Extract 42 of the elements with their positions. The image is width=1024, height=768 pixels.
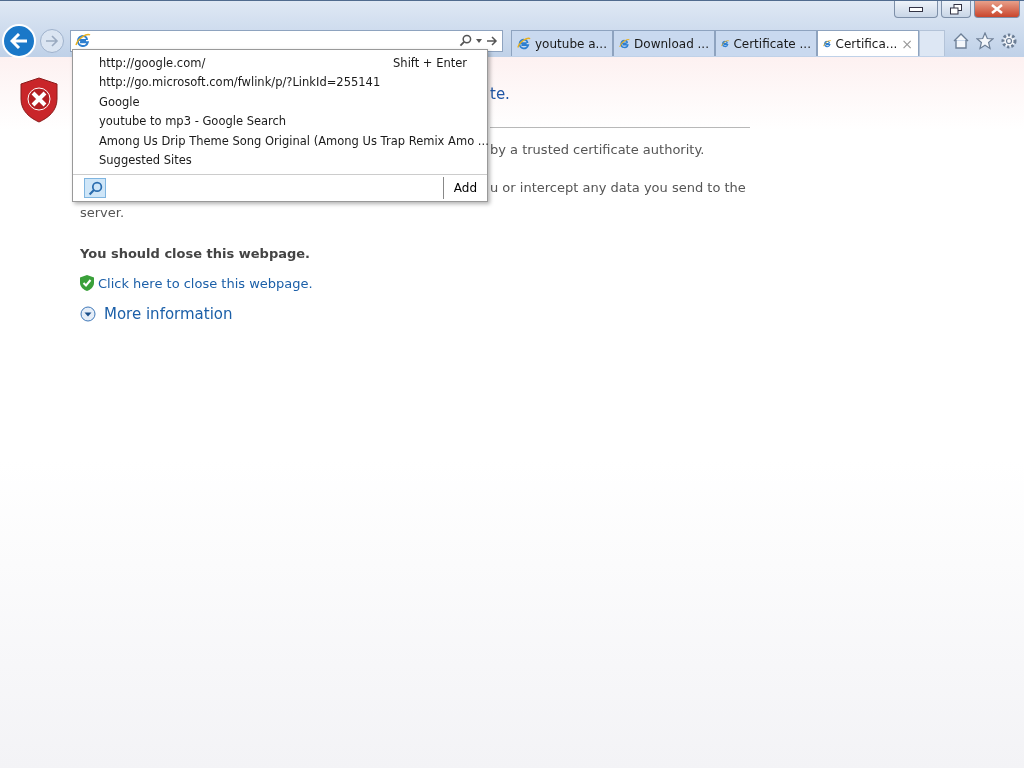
search-icon — [87, 180, 103, 196]
restore-icon — [950, 3, 962, 15]
close-webpage-link[interactable]: Click here to close this webpage. — [98, 275, 313, 291]
browser-tab[interactable]: Download ... — [613, 30, 715, 56]
close-icon — [991, 4, 1003, 14]
suggestion-item[interactable]: Google — [73, 92, 487, 112]
home-icon[interactable] — [952, 31, 970, 50]
minimize-button[interactable] — [894, 1, 938, 18]
suggestion-item[interactable]: http://go.microsoft.com/fwlink/p/?LinkId=255141 — [73, 72, 487, 92]
body-text: u or intercept any data you send to the — [490, 179, 746, 197]
expand-circle-icon[interactable] — [80, 306, 96, 322]
search-icon — [459, 34, 472, 47]
browser-tab[interactable]: Certifica... × — [817, 30, 919, 56]
suggestion-item[interactable]: youtube to mp3 - Google Search — [73, 111, 487, 131]
browser-tab[interactable]: youtube a... — [511, 30, 613, 56]
more-information-link[interactable]: More information — [104, 305, 233, 323]
error-shield-icon — [20, 77, 58, 123]
browser-logo-icon — [517, 35, 531, 52]
shortcut-hint: Shift + Enter — [393, 55, 467, 70]
search-provider-button[interactable] — [84, 178, 106, 198]
page-heading: te. — [490, 85, 510, 103]
arrow-right-icon — [45, 34, 59, 47]
go-arrow-icon — [486, 35, 498, 46]
star-icon[interactable] — [976, 31, 994, 50]
suggestion-item[interactable]: http://google.com/ Shift + Enter — [73, 53, 487, 73]
address-bar[interactable] — [70, 29, 503, 52]
arrow-left-icon — [10, 32, 28, 49]
dropdown-caret-icon — [476, 38, 482, 43]
body-text: by a trusted certificate authority. — [490, 141, 705, 159]
close-button[interactable] — [974, 1, 1020, 18]
warning-text: You should close this webpage. — [80, 246, 312, 261]
add-button[interactable]: Add — [442, 177, 487, 199]
suggestion-item[interactable]: Suggested Sites — [73, 150, 487, 170]
browser-logo-icon — [75, 32, 91, 49]
settings-icon[interactable] — [1000, 31, 1018, 50]
back-button[interactable] — [2, 23, 36, 58]
browser-tab[interactable]: Certificate ... — [715, 30, 817, 56]
suggestion-item[interactable]: Among Us Drip Theme Song Original (Among Us Trap Remix Amo ... — [73, 131, 487, 151]
restore-button[interactable] — [941, 1, 971, 18]
minimize-icon — [909, 6, 923, 12]
body-text: server. — [80, 204, 126, 222]
shield-check-icon — [80, 275, 94, 291]
